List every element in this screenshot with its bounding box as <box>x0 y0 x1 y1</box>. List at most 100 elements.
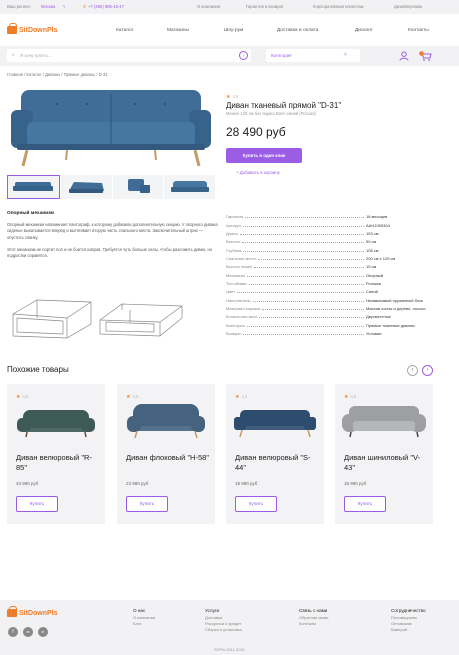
similar-card[interactable]: ★ 4,8 Диван шиниловый "V-43" 19 990 руб К… <box>335 384 433 524</box>
category-label: Категория <box>271 53 292 58</box>
thumbnail[interactable] <box>112 175 164 199</box>
description-paragraph: Опорный механизм напоминает пантограф, к… <box>7 222 218 240</box>
nav-discount[interactable]: Дисконт <box>355 28 373 33</box>
spec-row: Высота 90 см <box>226 236 439 244</box>
vk-icon[interactable]: vk <box>23 627 33 637</box>
spec-value: Независимый пружинный блок <box>366 297 424 303</box>
facebook-icon[interactable]: f <box>8 627 18 637</box>
nav-showroom[interactable]: Шоу-рум <box>224 28 243 33</box>
spec-dots <box>243 250 364 252</box>
spec-key: Категория <box>226 322 245 328</box>
product-price: 28 490 руб <box>226 125 286 139</box>
spec-value: Опорный <box>366 272 384 278</box>
nav-catalog[interactable]: Каталог <box>116 28 133 33</box>
card-buy-button[interactable]: Купить <box>16 496 58 512</box>
product-rating: ★ 4,8 <box>226 94 239 100</box>
card-buy-button[interactable]: Купить <box>235 496 277 512</box>
spec-value: 18 месяцев <box>366 214 388 220</box>
card-name: Диван велюровый "S-44" <box>235 453 311 472</box>
topbar-link-about[interactable]: О компании <box>197 4 220 9</box>
category-select[interactable]: Категория ˅ <box>266 49 360 62</box>
spec-row: Артикул AAH1059304 <box>226 219 439 228</box>
nav-delivery[interactable]: Доставка и оплата <box>277 28 318 33</box>
nav-contacts[interactable]: Контакты <box>408 28 429 33</box>
card-rating-value: 4,5 <box>22 394 29 399</box>
search-input[interactable]: ⌕ Я хочу купить... › <box>7 49 251 62</box>
prev-arrow-icon[interactable]: ‹ <box>407 365 418 376</box>
similar-card[interactable]: ★ 4,3 Диван велюровый "S-44" 19 990 руб К… <box>226 384 324 524</box>
spec-value: Двухместные <box>366 314 391 320</box>
thumbnail[interactable] <box>60 175 112 199</box>
user-icon[interactable] <box>399 51 409 61</box>
spec-key: Спальное место <box>226 255 257 261</box>
cart-icon[interactable] <box>419 51 432 61</box>
spec-dots <box>236 292 364 294</box>
card-price: 19 990 руб <box>235 481 258 486</box>
search-submit-icon[interactable]: › <box>239 51 248 60</box>
topbar-link-designers[interactable]: Дизайнерским <box>394 4 422 9</box>
footer-link[interactable]: Сборка и установка <box>205 627 242 633</box>
spec-key: Тип обивки <box>226 280 247 286</box>
add-to-cart-link[interactable]: + Добавить в корзину <box>236 170 280 175</box>
spec-key: Длина <box>226 230 238 236</box>
spec-row: Длина 153 см <box>226 228 439 236</box>
spec-row: Количество мест Двухместные <box>226 311 439 319</box>
card-buy-button[interactable]: Купить <box>126 496 168 512</box>
card-price: 34 990 руб <box>16 481 39 486</box>
card-name: Диван велюровый "R-85" <box>16 453 92 472</box>
card-name: Диван флоковый "H-58" <box>126 453 209 462</box>
thumbnail[interactable] <box>7 175 60 199</box>
footer-logo[interactable]: SitDownPls <box>7 606 58 617</box>
thumbnail[interactable] <box>164 175 215 199</box>
spec-value: Условия <box>366 330 382 336</box>
card-buy-button[interactable]: Купить <box>344 496 386 512</box>
logo[interactable]: SitDownPls <box>7 23 58 34</box>
spec-dots <box>246 275 364 277</box>
search-row: ⌕ Я хочу купить... › Категория ˅ <box>0 46 459 66</box>
spec-dots <box>253 267 364 269</box>
spec-row: Материал каркаса Массив сосны и дерево, л… <box>226 303 439 311</box>
region-select[interactable]: Москва <box>41 4 55 9</box>
next-arrow-icon[interactable]: › <box>422 365 433 376</box>
footer-column: Связь с нами Обратная связь Контакты <box>299 608 328 627</box>
spec-value: 15 см <box>366 264 377 270</box>
footer-link[interactable]: Камерой <box>391 627 426 633</box>
card-sofa-image <box>342 406 426 438</box>
buy-one-click-button[interactable]: Купить в один клик <box>226 148 302 163</box>
footer-link[interactable]: Контакты <box>299 621 328 627</box>
phone-link[interactable]: +7 (495) 985-15-47 <box>88 4 124 9</box>
chevron-down-icon[interactable]: ˅ <box>63 4 65 9</box>
nav-stores[interactable]: Магазины <box>167 28 189 33</box>
mechanism-drawing-open <box>99 303 183 337</box>
footer-column-title: О нас <box>133 608 146 613</box>
breadcrumb[interactable]: Главная / Каталог / Диваны / Прямые дива… <box>7 72 108 77</box>
similar-card[interactable]: ★ 4,6 Диван флоковый "H-58" 23 990 руб Ку… <box>117 384 215 524</box>
topbar-link-corporate[interactable]: Корпоративным клиентам <box>313 4 364 9</box>
spec-dots <box>243 333 364 335</box>
sofa-logo-icon <box>7 606 17 617</box>
spec-dots <box>262 308 364 310</box>
spec-value: Массив сосны и дерево, лососи <box>366 305 426 311</box>
spec-key: Материал каркаса <box>226 305 261 311</box>
footer-link[interactable]: Блог <box>133 621 155 627</box>
instagram-icon[interactable]: in <box>38 627 48 637</box>
spec-value: 90 см <box>366 239 377 245</box>
product-subtitle: Можно 120 см без ящика Bonn синий (Росси… <box>226 111 316 116</box>
similar-card[interactable]: ★ 4,5 Диван велюровый "R-85" 34 990 руб К… <box>7 384 105 524</box>
topbar-link-warranty[interactable]: Гарантия и возврат <box>246 4 284 9</box>
phone-icon: ✆ <box>83 4 87 9</box>
specs-table: Гарантия 18 месяцев Артикул AAH1059304 Длина… <box>226 211 439 336</box>
card-price: 23 990 руб <box>126 481 149 486</box>
spec-dots <box>258 258 364 260</box>
card-sofa-image <box>234 410 316 438</box>
spec-key: Механизм <box>226 272 245 278</box>
product-rating-value: 4,8 <box>232 94 239 99</box>
spec-dots <box>246 325 364 327</box>
description-heading: Опорный механизм <box>7 211 54 216</box>
footer-column-title: Связь с нами <box>299 608 328 613</box>
spec-dots <box>241 242 364 244</box>
card-rating: ★ 4,3 <box>235 394 248 400</box>
region-label: Ваш регион: <box>7 4 31 9</box>
card-rating: ★ 4,8 <box>344 394 357 400</box>
spec-dots <box>239 233 364 235</box>
